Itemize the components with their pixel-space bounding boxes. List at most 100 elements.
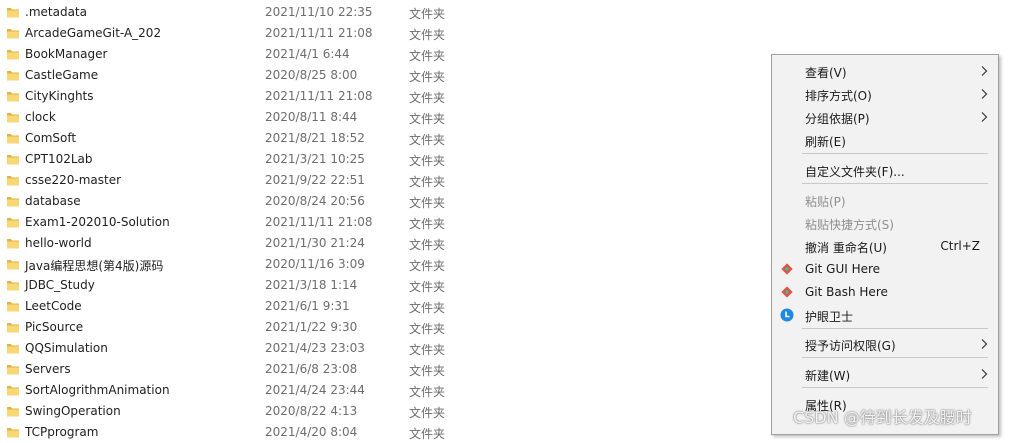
menu-item-undo-rename[interactable]: 撤消 重命名(U) Ctrl+Z [772, 235, 998, 257]
file-name: clock [25, 110, 56, 124]
file-name: csse220-master [25, 173, 122, 187]
file-type: 文件夹 [409, 175, 446, 189]
menu-item-view[interactable]: 查看(V) [772, 60, 998, 82]
file-name: LeetCode [25, 299, 82, 313]
file-type: 文件夹 [409, 301, 446, 315]
file-type: 文件夹 [409, 133, 446, 147]
menu-item-label: 授予访问权限(G) [805, 339, 896, 353]
file-modified-date: 2021/4/1 6:44 [265, 47, 350, 61]
file-row[interactable]: ArcadeGameGit-A_202 2021/11/11 21:08 文件夹 [0, 23, 760, 44]
file-row[interactable]: Exam1-202010-Solution 2021/11/11 21:08 文件夹 [0, 212, 760, 233]
menu-item-grant-access[interactable]: 授予访问权限(G) [772, 333, 998, 355]
file-modified-date: 2021/1/22 9:30 [265, 320, 358, 334]
file-modified-date: 2021/11/11 21:08 [265, 89, 373, 103]
menu-separator [802, 387, 988, 388]
git-icon [780, 262, 794, 276]
file-modified-date: 2021/9/22 22:51 [265, 173, 365, 187]
file-name: QQSimulation [25, 341, 108, 355]
file-row[interactable]: SwingOperation 2020/8/22 4:13 文件夹 [0, 401, 760, 422]
folder-icon [6, 299, 20, 313]
menu-separator [802, 153, 988, 154]
file-type: 文件夹 [409, 364, 446, 378]
folder-icon [6, 404, 20, 418]
menu-separator [802, 357, 988, 358]
file-name: CPT102Lab [25, 152, 93, 166]
menu-item-refresh[interactable]: 刷新(E) [772, 129, 998, 151]
menu-item-customize-folder[interactable]: 自定义文件夹(F)... [772, 159, 998, 181]
menu-item-label: 护眼卫士 [805, 310, 854, 324]
menu-item-label: Git GUI Here [805, 262, 881, 276]
file-row[interactable]: .metadata 2021/11/10 22:35 文件夹 [0, 2, 760, 23]
menu-item-group-by[interactable]: 分组依据(P) [772, 106, 998, 128]
file-name: CastleGame [25, 68, 99, 82]
menu-item-git-gui[interactable]: Git GUI Here [772, 258, 998, 280]
menu-item-git-bash[interactable]: Git Bash Here [772, 281, 998, 303]
file-modified-date: 2021/4/24 23:44 [265, 383, 365, 397]
file-name: TCPprogram [25, 425, 99, 439]
menu-item-label: 新建(W) [805, 369, 851, 383]
chevron-right-icon [979, 368, 989, 380]
menu-item-label: 自定义文件夹(F)... [805, 165, 905, 179]
file-row[interactable]: CPT102Lab 2021/3/21 10:25 文件夹 [0, 149, 760, 170]
menu-separator [802, 328, 988, 329]
menu-item-shortcut: Ctrl+Z [940, 239, 980, 253]
chevron-right-icon [979, 65, 989, 77]
file-row[interactable]: PicSource 2021/1/22 9:30 文件夹 [0, 317, 760, 338]
file-row[interactable]: SortAlogrithmAnimation 2021/4/24 23:44 文件夹 [0, 380, 760, 401]
file-name: hello-world [25, 236, 92, 250]
file-modified-date: 2021/6/1 9:31 [265, 299, 350, 313]
file-row[interactable]: database 2020/8/24 20:56 文件夹 [0, 191, 760, 212]
menu-item-paste: 粘贴(P) [772, 189, 998, 211]
menu-item-label: 粘贴(P) [805, 195, 846, 209]
git-icon [780, 285, 794, 299]
file-row[interactable]: JDBC_Study 2021/3/18 1:14 文件夹 [0, 275, 760, 296]
menu-item-new[interactable]: 新建(W) [772, 363, 998, 385]
file-row[interactable]: QQSimulation 2021/4/23 23:03 文件夹 [0, 338, 760, 359]
folder-icon [6, 341, 20, 355]
menu-item-sort-by[interactable]: 排序方式(O) [772, 83, 998, 105]
file-row[interactable]: ComSoft 2021/8/21 18:52 文件夹 [0, 128, 760, 149]
file-row[interactable]: Java编程思想(第4版)源码 2020/11/16 3:09 文件夹 [0, 254, 760, 275]
folder-icon [6, 215, 20, 229]
folder-icon [6, 5, 20, 19]
file-name: BookManager [25, 47, 108, 61]
folder-icon [6, 362, 20, 376]
file-name: Java编程思想(第4版)源码 [25, 259, 164, 273]
file-name: ArcadeGameGit-A_202 [25, 26, 162, 40]
file-type: 文件夹 [409, 70, 446, 84]
file-name: JDBC_Study [25, 278, 95, 292]
file-row[interactable]: TCPprogram 2021/4/20 8:04 文件夹 [0, 422, 760, 443]
file-row[interactable]: clock 2020/8/11 8:44 文件夹 [0, 107, 760, 128]
file-type: 文件夹 [409, 91, 446, 105]
file-name: .metadata [25, 5, 87, 19]
file-row[interactable]: CityKinghts 2021/11/11 21:08 文件夹 [0, 86, 760, 107]
file-type: 文件夹 [409, 238, 446, 252]
file-type: 文件夹 [409, 259, 446, 273]
folder-icon [6, 278, 20, 292]
file-row[interactable]: csse220-master 2021/9/22 22:51 文件夹 [0, 170, 760, 191]
chevron-right-icon [979, 338, 989, 350]
folder-icon [6, 26, 20, 40]
folder-icon [6, 383, 20, 397]
file-type: 文件夹 [409, 196, 446, 210]
file-row[interactable]: LeetCode 2021/6/1 9:31 文件夹 [0, 296, 760, 317]
file-type: 文件夹 [409, 280, 446, 294]
menu-item-label: 分组依据(P) [805, 112, 870, 126]
file-type: 文件夹 [409, 112, 446, 126]
menu-item-label: 刷新(E) [805, 135, 846, 149]
file-row[interactable]: BookManager 2021/4/1 6:44 文件夹 [0, 44, 760, 65]
file-modified-date: 2021/6/8 23:08 [265, 362, 358, 376]
file-row[interactable]: hello-world 2021/1/30 21:24 文件夹 [0, 233, 760, 254]
file-type: 文件夹 [409, 7, 446, 21]
file-modified-date: 2021/11/11 21:08 [265, 215, 373, 229]
file-row[interactable]: Servers 2021/6/8 23:08 文件夹 [0, 359, 760, 380]
file-modified-date: 2021/11/11 21:08 [265, 26, 373, 40]
folder-icon [6, 47, 20, 61]
file-type: 文件夹 [409, 406, 446, 420]
menu-item-label: 查看(V) [805, 66, 847, 80]
chevron-right-icon [979, 111, 989, 123]
menu-item-eye-guard[interactable]: 护眼卫士 [772, 304, 998, 326]
file-row[interactable]: CastleGame 2020/8/25 8:00 文件夹 [0, 65, 760, 86]
folder-icon [6, 110, 20, 124]
file-type: 文件夹 [409, 217, 446, 231]
